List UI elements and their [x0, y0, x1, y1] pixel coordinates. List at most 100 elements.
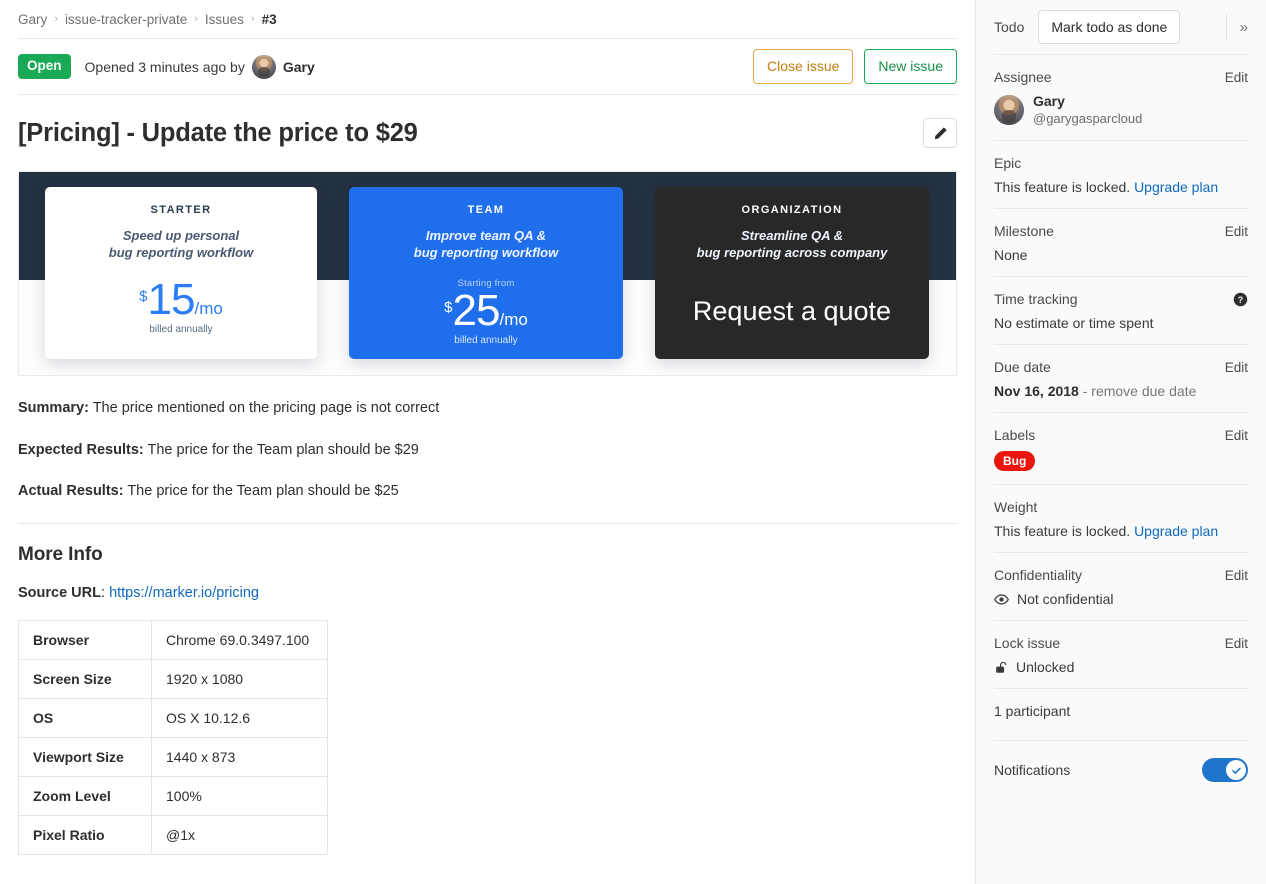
label-badge-bug[interactable]: Bug: [994, 451, 1035, 471]
page-title: [Pricing] - Update the price to $29: [18, 118, 418, 150]
assignee-edit-link[interactable]: Edit: [1225, 70, 1248, 85]
source-url-link[interactable]: https://marker.io/pricing: [109, 585, 259, 601]
confidentiality-section: Confidentiality Edit Not confidential: [994, 552, 1248, 620]
plan-cta: Request a quote: [693, 296, 891, 327]
lock-issue-value-row: Unlocked: [994, 659, 1248, 675]
plan-currency: $: [139, 289, 147, 304]
todo-section: Todo Mark todo as done »: [994, 0, 1248, 54]
avatar: [994, 95, 1024, 125]
pricing-card-starter: STARTER Speed up personal bug reporting …: [45, 187, 317, 359]
table-key: Pixel Ratio: [19, 816, 152, 855]
edit-issue-button[interactable]: [923, 118, 957, 148]
breadcrumb: Gary › issue-tracker-private › Issues › …: [18, 0, 957, 38]
source-url-row: Source URL: https://marker.io/pricing: [18, 585, 957, 601]
attached-screenshot[interactable]: STARTER Speed up personal bug reporting …: [18, 171, 957, 376]
todo-label: Todo: [994, 19, 1024, 35]
description-expected: Expected Results: The price for the Team…: [18, 440, 957, 462]
plan-billing-note: billed annually: [149, 324, 212, 335]
table-key: Browser: [19, 621, 152, 660]
milestone-edit-link[interactable]: Edit: [1225, 224, 1248, 239]
lock-issue-edit-link[interactable]: Edit: [1225, 636, 1248, 651]
toggle-knob: [1226, 760, 1246, 780]
close-issue-button[interactable]: Close issue: [753, 49, 853, 84]
plan-tagline: Improve team QA & bug reporting workflow: [414, 227, 558, 262]
participants-count: 1 participant: [994, 703, 1248, 719]
assignee-user[interactable]: Gary @garygasparcloud: [994, 93, 1248, 127]
pricing-card-team: TEAM Improve team QA & bug reporting wor…: [349, 187, 623, 359]
plan-currency: $: [444, 300, 452, 315]
lock-issue-section: Lock issue Edit Unlocked: [994, 620, 1248, 688]
epic-locked-text: This feature is locked.: [994, 179, 1134, 195]
due-date-edit-link[interactable]: Edit: [1225, 360, 1248, 375]
issue-page: Gary › issue-tracker-private › Issues › …: [0, 0, 1266, 884]
plan-amount: 15: [148, 278, 195, 322]
due-date-title: Due date: [994, 359, 1051, 375]
plan-price-box: Starting from $ 25 /mo billed annually: [430, 274, 542, 352]
milestone-value: None: [994, 247, 1248, 263]
breadcrumb-item-user[interactable]: Gary: [18, 12, 47, 27]
participants-section: 1 participant: [994, 688, 1248, 740]
source-url-label: Source URL: [18, 585, 101, 601]
new-issue-button[interactable]: New issue: [864, 49, 957, 84]
plan-price: $ 25 /mo: [444, 289, 528, 333]
plan-price-box: $ 15 /mo billed annually: [125, 274, 237, 341]
issue-title-row: [Pricing] - Update the price to $29: [18, 95, 957, 150]
main-content: Gary › issue-tracker-private › Issues › …: [0, 0, 975, 884]
remove-due-date-link[interactable]: - remove due date: [1079, 383, 1197, 399]
assignee-header: Assignee Edit: [994, 69, 1248, 85]
table-value: 100%: [152, 777, 328, 816]
plan-tagline: Streamline QA & bug reporting across com…: [697, 227, 888, 262]
time-tracking-title: Time tracking: [994, 291, 1078, 307]
status-badge: Open: [18, 54, 71, 78]
lock-issue-title: Lock issue: [994, 635, 1060, 651]
avatar: [252, 55, 276, 79]
issue-description: Summary: The price mentioned on the pric…: [18, 376, 957, 855]
assignee-title: Assignee: [994, 69, 1052, 85]
labels-edit-link[interactable]: Edit: [1225, 428, 1248, 443]
plan-tagline: Speed up personal bug reporting workflow: [109, 227, 253, 262]
issue-status-bar: Open Opened 3 minutes ago by Gary Close …: [18, 38, 957, 95]
epic-upgrade-link[interactable]: Upgrade plan: [1134, 179, 1218, 195]
notifications-label: Notifications: [994, 762, 1070, 778]
due-date-value-row: Nov 16, 2018 - remove due date: [994, 383, 1248, 399]
table-row: Zoom Level 100%: [19, 777, 328, 816]
issue-actions: Close issue New issue: [753, 49, 957, 84]
labels-title: Labels: [994, 427, 1035, 443]
table-value: 1920 x 1080: [152, 660, 328, 699]
opened-text: Opened 3 minutes ago by: [85, 59, 245, 75]
epic-value: This feature is locked. Upgrade plan: [994, 179, 1248, 195]
time-tracking-section: Time tracking ? No estimate or time spen…: [994, 276, 1248, 344]
check-icon: [1231, 765, 1242, 776]
author-name: Gary: [283, 59, 315, 75]
weight-value: This feature is locked. Upgrade plan: [994, 523, 1248, 539]
due-date-section: Due date Edit Nov 16, 2018 - remove due …: [994, 344, 1248, 412]
pricing-card-organization: ORGANIZATION Streamline QA & bug reporti…: [655, 187, 929, 359]
table-key: OS: [19, 699, 152, 738]
due-date-header: Due date Edit: [994, 359, 1248, 375]
table-row: Pixel Ratio @1x: [19, 816, 328, 855]
notifications-section: Notifications: [994, 740, 1248, 796]
collapse-sidebar-icon[interactable]: »: [1226, 14, 1248, 40]
breadcrumb-item-issues[interactable]: Issues: [205, 12, 244, 27]
table-key: Viewport Size: [19, 738, 152, 777]
svg-text:?: ?: [1238, 295, 1243, 305]
question-circle-icon[interactable]: ?: [1233, 292, 1248, 307]
table-value: Chrome 69.0.3497.100: [152, 621, 328, 660]
weight-upgrade-link[interactable]: Upgrade plan: [1134, 523, 1218, 539]
eye-icon: [994, 592, 1009, 607]
confidentiality-edit-link[interactable]: Edit: [1225, 568, 1248, 583]
description-summary: Summary: The price mentioned on the pric…: [18, 398, 957, 420]
mark-todo-done-button[interactable]: Mark todo as done: [1038, 10, 1180, 45]
plan-period: /mo: [194, 300, 222, 317]
breadcrumb-separator-icon: ›: [251, 13, 255, 25]
plan-name: ORGANIZATION: [742, 204, 843, 216]
confidentiality-title: Confidentiality: [994, 567, 1082, 583]
labels-header: Labels Edit: [994, 427, 1248, 443]
breadcrumb-item-project[interactable]: issue-tracker-private: [65, 12, 187, 27]
issue-author[interactable]: Gary: [252, 55, 315, 79]
milestone-section: Milestone Edit None: [994, 208, 1248, 276]
notifications-toggle[interactable]: [1202, 758, 1248, 782]
confidentiality-header: Confidentiality Edit: [994, 567, 1248, 583]
environment-table: Browser Chrome 69.0.3497.100 Screen Size…: [18, 620, 328, 855]
weight-section: Weight This feature is locked. Upgrade p…: [994, 484, 1248, 552]
